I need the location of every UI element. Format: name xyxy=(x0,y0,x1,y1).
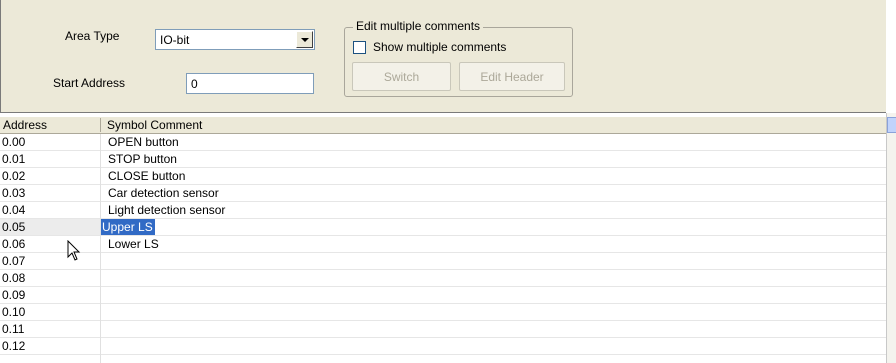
symbol-comment-cell[interactable]: STOP button xyxy=(108,151,177,168)
edit-header-button-label: Edit Header xyxy=(480,69,544,84)
address-cell[interactable]: 0.07 xyxy=(2,253,25,270)
switch-button-label: Switch xyxy=(383,69,420,84)
table-row[interactable]: 0.11 xyxy=(0,321,886,338)
table-row[interactable]: 0.04 Light detection sensor xyxy=(0,202,886,219)
address-cell[interactable]: 0.02 xyxy=(2,168,25,185)
symbol-comment-cell[interactable]: OPEN button xyxy=(108,134,179,151)
address-cell[interactable]: 0.08 xyxy=(2,270,25,287)
show-multiple-checkbox[interactable] xyxy=(353,41,366,54)
area-type-select[interactable]: IO-bit xyxy=(155,29,315,50)
symbol-comment-cell[interactable]: CLOSE button xyxy=(108,168,185,185)
scroll-up-button[interactable] xyxy=(887,117,896,133)
column-header-address[interactable]: Address xyxy=(0,117,100,133)
address-cell[interactable]: 0.09 xyxy=(2,287,25,304)
area-type-value: IO-bit xyxy=(160,33,190,47)
symbol-comment-cell[interactable]: Light detection sensor xyxy=(108,202,225,219)
area-type-label: Area Type xyxy=(65,29,120,43)
address-cell[interactable]: 0.10 xyxy=(2,304,25,321)
show-multiple-label[interactable]: Show multiple comments xyxy=(373,40,506,54)
grid-header: Address Symbol Comment xyxy=(0,117,886,134)
start-address-input[interactable]: 0 xyxy=(186,73,314,94)
edit-multiple-legend: Edit multiple comments xyxy=(353,19,484,33)
symbol-comment-cell[interactable]: Lower LS xyxy=(108,236,159,253)
address-cell[interactable]: 0.12 xyxy=(2,338,25,355)
symbol-comment-cell[interactable]: Upper LS xyxy=(100,219,155,235)
address-cell[interactable]: 0.06 xyxy=(2,236,25,253)
start-address-value: 0 xyxy=(191,77,198,91)
address-cell[interactable]: 0.04 xyxy=(2,202,25,219)
table-row[interactable]: 0.05 Upper LS xyxy=(0,219,886,236)
mouse-pointer-icon xyxy=(67,240,81,261)
table-row[interactable]: 0.03 Car detection sensor xyxy=(0,185,886,202)
chevron-down-icon xyxy=(300,37,309,42)
table-row[interactable]: 0.00 OPEN button xyxy=(0,134,886,151)
table-row[interactable]: 0.10 xyxy=(0,304,886,321)
settings-panel: Area Type IO-bit Start Address 0 Edit mu… xyxy=(0,0,886,113)
table-row[interactable]: 0.12 xyxy=(0,338,886,355)
table-row[interactable]: 0.09 xyxy=(0,287,886,304)
comment-table: 0.00 OPEN button 0.01 STOP button 0.02 CLOSE … xyxy=(0,134,886,363)
address-cell[interactable]: 0.00 xyxy=(2,134,25,151)
column-header-symbol-comment[interactable]: Symbol Comment xyxy=(104,117,404,133)
symbol-comment-cell[interactable]: Car detection sensor xyxy=(108,185,219,202)
address-cell[interactable]: 0.01 xyxy=(2,151,25,168)
table-row[interactable]: 0.07 xyxy=(0,253,886,270)
address-cell[interactable]: 0.11 xyxy=(2,321,24,338)
table-row[interactable]: 0.01 STOP button xyxy=(0,151,886,168)
address-cell[interactable]: 0.05 xyxy=(2,219,25,236)
dropdown-button[interactable] xyxy=(296,31,313,48)
table-row[interactable]: 0.02 CLOSE button xyxy=(0,168,886,185)
column-divider[interactable] xyxy=(100,118,101,132)
table-row[interactable]: 0.06 Lower LS xyxy=(0,236,886,253)
switch-button[interactable]: Switch xyxy=(352,62,451,91)
start-address-label: Start Address xyxy=(53,76,126,90)
edit-header-button[interactable]: Edit Header xyxy=(459,62,565,91)
table-row[interactable]: 0.08 xyxy=(0,270,886,287)
address-cell[interactable]: 0.03 xyxy=(2,185,25,202)
vertical-scrollbar[interactable] xyxy=(886,113,896,363)
column-separator xyxy=(100,134,101,363)
